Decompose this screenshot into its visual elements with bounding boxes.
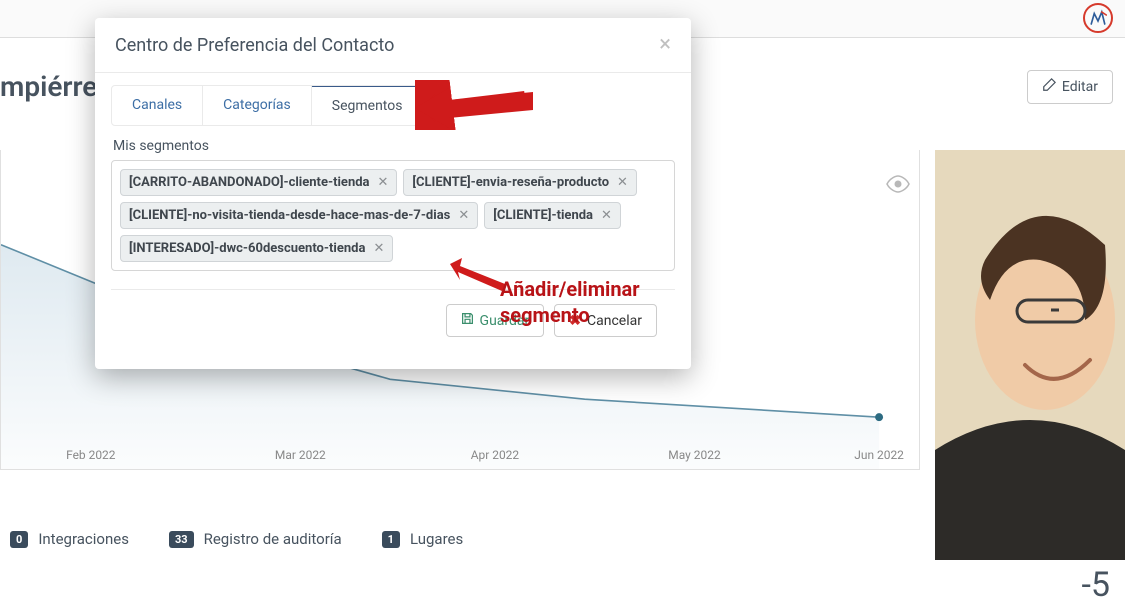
tab-categories[interactable]: Categorías [203,86,312,125]
remove-chip-icon[interactable]: ✕ [458,208,469,223]
stat-label: Integraciones [38,530,129,548]
cancel-button[interactable]: ✖ Cancelar [554,304,657,337]
tab-channels[interactable]: Canales [112,86,203,125]
xaxis-tick: Mar 2022 [275,448,326,462]
stat-label: Registro de auditoría [204,530,342,548]
segment-chip[interactable]: [CLIENTE]-envia-reseña-producto ✕ [403,169,637,196]
segment-chip[interactable]: [INTERESADO]-dwc-60descuento-tienda ✕ [120,235,393,262]
stat-label: Lugares [410,530,463,548]
segment-chip-label: [CLIENTE]-envia-reseña-producto [412,175,609,190]
edit-button-label: Editar [1062,79,1098,95]
segment-chip[interactable]: [CARRITO-ABANDONADO]-cliente-tienda ✕ [120,169,397,196]
stat-audit-log[interactable]: 33 Registro de auditoría [169,530,342,548]
stat-badge: 1 [382,531,400,548]
save-button-label: Guardar [480,313,530,329]
remove-chip-icon[interactable]: ✕ [601,208,612,223]
remove-chip-icon[interactable]: ✕ [373,241,384,256]
segment-chip-label: [CLIENTE]-no-visita-tienda-desde-hace-ma… [129,208,450,223]
segments-section-label: Mis segmentos [113,138,673,154]
remove-chip-icon[interactable]: ✕ [378,175,389,190]
tab-segments[interactable]: Segmentos [312,85,423,125]
cancel-x-icon: ✖ [569,313,581,329]
save-button[interactable]: Guardar [446,304,545,337]
preference-center-modal: Centro de Preferencia del Contacto × Can… [95,18,691,369]
edit-button[interactable]: Editar [1027,70,1113,104]
modal-tabs: Canales Categorías Segmentos [111,85,423,126]
contact-score: -5 [1081,565,1110,605]
xaxis-tick: May 2022 [668,448,721,462]
segment-chip-label: [CARRITO-ABANDONADO]-cliente-tienda [129,175,370,190]
stat-badge: 0 [10,531,28,548]
xaxis-tick: Apr 2022 [471,448,520,462]
modal-title: Centro de Preferencia del Contacto [115,35,394,56]
remove-chip-icon[interactable]: ✕ [617,175,628,190]
visibility-eye-icon[interactable] [886,175,910,197]
contact-photo [935,150,1125,560]
cancel-button-label: Cancelar [587,313,642,329]
pencil-icon [1042,78,1056,96]
app-logo-icon [1083,3,1113,33]
xaxis-tick: Jun 2022 [854,448,904,462]
modal-footer: Guardar ✖ Cancelar [111,289,675,351]
stat-places[interactable]: 1 Lugares [382,530,464,548]
segment-chip-label: [CLIENTE]-tienda [493,208,593,223]
close-icon[interactable]: × [659,34,671,56]
modal-header: Centro de Preferencia del Contacto × [95,18,691,73]
segment-chip[interactable]: [CLIENTE]-tienda ✕ [484,202,621,229]
stat-badge: 33 [169,531,194,548]
segments-input[interactable]: [CARRITO-ABANDONADO]-cliente-tienda ✕ [C… [111,160,675,271]
xaxis-tick: Feb 2022 [66,448,116,462]
stats-row: 0 Integraciones 33 Registro de auditoría… [10,530,463,548]
stat-integrations[interactable]: 0 Integraciones [10,530,129,548]
segment-chip[interactable]: [CLIENTE]-no-visita-tienda-desde-hace-ma… [120,202,478,229]
save-icon [461,312,474,329]
segment-chip-label: [INTERESADO]-dwc-60descuento-tienda [129,241,365,256]
